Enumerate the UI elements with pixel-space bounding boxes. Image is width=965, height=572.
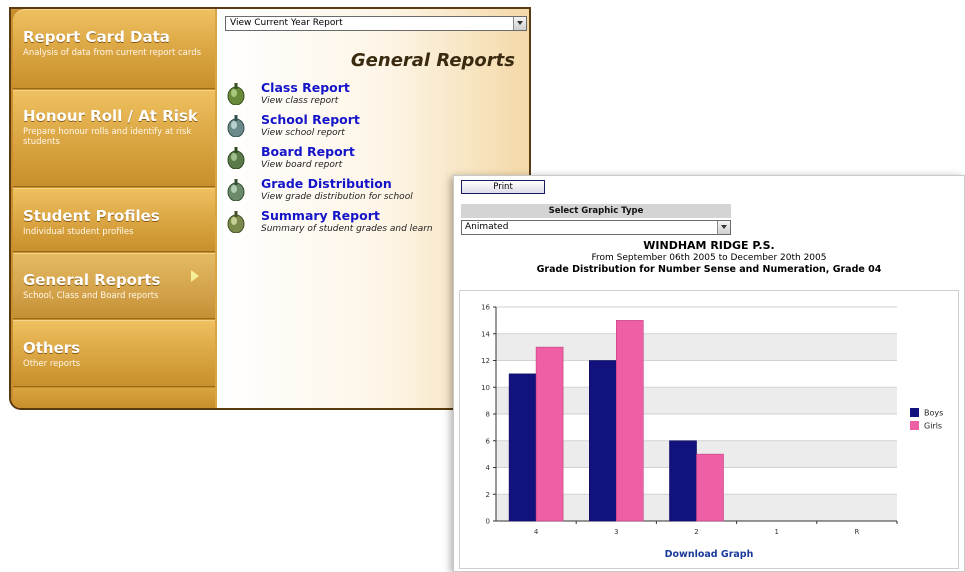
- y-tick-label: 0: [486, 518, 490, 526]
- chevron-down-icon[interactable]: [717, 221, 730, 234]
- x-tick-label: 1: [774, 528, 778, 536]
- legend-swatch: [910, 421, 919, 430]
- school-name: WINDHAM RIDGE P.S.: [643, 239, 775, 252]
- legend-label: Girls: [924, 422, 942, 431]
- sidebar-item-title: Honour Roll / At Risk: [23, 107, 198, 125]
- sidebar-item-desc: Analysis of data from current report car…: [23, 48, 202, 58]
- report-desc: View class report: [261, 96, 339, 106]
- class-report-link[interactable]: Class Report View class report: [227, 81, 527, 111]
- sidebar-item-desc: Individual student profiles: [23, 227, 134, 237]
- number-1-icon: [227, 83, 245, 105]
- report-title[interactable]: School Report: [261, 113, 360, 127]
- bar: [535, 346, 564, 522]
- bar: [589, 360, 617, 522]
- year-report-select-value: View Current Year Report: [230, 18, 343, 28]
- grade-distribution-popup: Print Select Graphic Type Animated WINDH…: [453, 175, 965, 572]
- chart-subtitle: Grade Distribution for Number Sense and …: [536, 264, 882, 275]
- x-tick-label: 3: [614, 528, 618, 536]
- bar: [616, 320, 644, 522]
- y-tick-label: 8: [486, 411, 490, 419]
- y-tick-label: 6: [486, 437, 491, 445]
- y-tick-label: 2: [486, 491, 490, 499]
- number-5-icon: [227, 211, 245, 233]
- print-button[interactable]: Print: [461, 180, 545, 194]
- graphic-type-label: Select Graphic Type: [461, 204, 731, 218]
- legend-label: Boys: [924, 409, 943, 418]
- year-report-select[interactable]: View Current Year Report: [225, 16, 527, 31]
- report-period: From September 06th 2005 to December 20t…: [591, 253, 827, 263]
- number-4-icon: [227, 179, 245, 201]
- chevron-down-icon[interactable]: [513, 17, 526, 30]
- y-tick-label: 4: [486, 464, 491, 472]
- chart-container: 0 2 4 6 8 10 12 14 16 4 3 2 1 R Boys Girls: [459, 290, 959, 569]
- grade-distribution-chart: 0 2 4 6 8 10 12 14 16 4 3 2 1 R Boys Girls: [481, 304, 943, 537]
- download-graph-link[interactable]: Download Graph: [454, 549, 964, 560]
- x-tick-label: 2: [694, 528, 698, 536]
- sidebar-item-honour-roll[interactable]: Honour Roll / At Risk Prepare honour rol…: [13, 90, 215, 187]
- sidebar-item-title: Student Profiles: [23, 207, 160, 225]
- y-tick-label: 14: [481, 330, 490, 338]
- bar: [669, 440, 697, 522]
- sidebar-item-general-reports[interactable]: General Reports School, Class and Board …: [13, 253, 215, 319]
- report-desc: View grade distribution for school: [261, 192, 413, 202]
- sidebar-item-title: General Reports: [23, 271, 161, 289]
- y-tick-label: 10: [481, 384, 490, 392]
- x-tick-label: R: [854, 528, 859, 536]
- sidebar-item-title: Report Card Data: [23, 28, 170, 46]
- sidebar: Report Card Data Analysis of data from c…: [11, 9, 215, 408]
- report-title[interactable]: Board Report: [261, 145, 355, 159]
- bar: [696, 453, 724, 522]
- active-arrow-icon: [191, 270, 199, 282]
- report-title[interactable]: Grade Distribution: [261, 177, 392, 191]
- number-3-icon: [227, 147, 245, 169]
- sidebar-item-desc: Other reports: [23, 359, 81, 369]
- sidebar-item-report-card-data[interactable]: Report Card Data Analysis of data from c…: [13, 9, 215, 89]
- graphic-type-select[interactable]: Animated: [461, 220, 731, 235]
- x-tick-label: 4: [534, 528, 539, 536]
- school-report-link[interactable]: School Report View school report: [227, 113, 527, 143]
- y-tick-label: 16: [481, 304, 490, 312]
- legend-swatch: [910, 408, 919, 417]
- report-desc: View board report: [261, 160, 343, 170]
- report-title[interactable]: Summary Report: [261, 209, 380, 223]
- sidebar-item-desc: School, Class and Board reports: [23, 291, 159, 301]
- bar: [508, 373, 537, 522]
- sidebar-footer: [13, 388, 215, 408]
- graphic-type-value: Animated: [465, 222, 509, 232]
- sidebar-item-others[interactable]: Others Other reports: [13, 320, 215, 387]
- sidebar-item-student-profiles[interactable]: Student Profiles Individual student prof…: [13, 188, 215, 252]
- sidebar-item-title: Others: [23, 339, 81, 357]
- report-desc: Summary of student grades and learn: [261, 224, 433, 234]
- report-title[interactable]: Class Report: [261, 81, 350, 95]
- board-report-link[interactable]: Board Report View board report: [227, 145, 527, 175]
- y-tick-label: 12: [481, 357, 490, 365]
- sidebar-item-desc: Prepare honour rolls and identify at ris…: [23, 127, 192, 147]
- report-desc: View school report: [261, 128, 345, 138]
- page-title: General Reports: [350, 50, 515, 71]
- number-2-icon: [227, 115, 245, 137]
